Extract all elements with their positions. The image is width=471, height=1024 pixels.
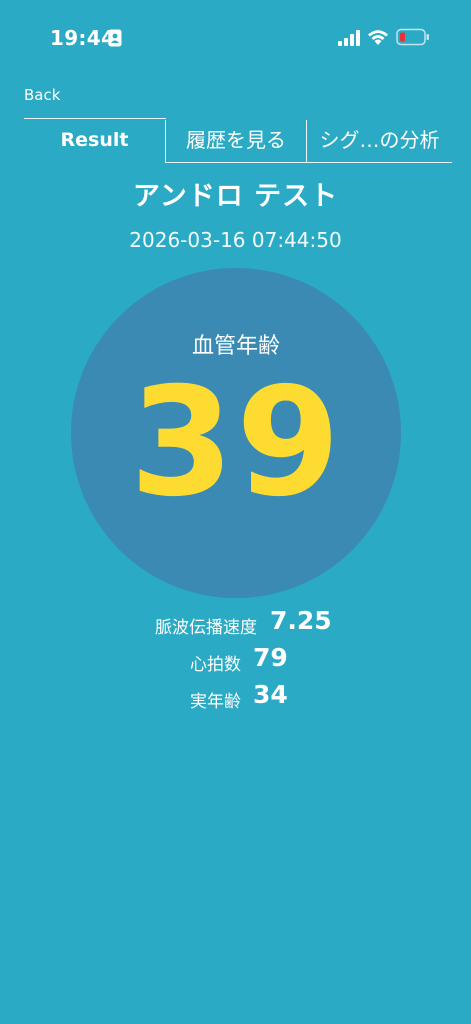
metric-label: 実年齢 (190, 692, 241, 712)
vascular-age-circle: 血管年齢 39 (71, 268, 401, 598)
tab-bar-underline (165, 162, 452, 163)
tab-result[interactable]: Result (24, 118, 165, 162)
vascular-age-value: 39 (129, 356, 343, 530)
metric-actual-age: 実年齢 34 (0, 680, 471, 714)
tab-bar: Result 履歴を見る シグ…の分析 (24, 118, 452, 164)
metric-label: 脈波伝播速度 (155, 618, 257, 638)
metric-value: 34 (253, 680, 288, 709)
tab-history[interactable]: 履歴を見る (166, 118, 306, 162)
metric-value: 79 (253, 643, 288, 672)
metric-pwv: 脈波伝播速度 7.25 (0, 606, 471, 640)
metric-value: 7.25 (270, 606, 332, 635)
wifi-icon (368, 30, 388, 45)
battery-low-icon (396, 28, 429, 46)
status-bar: 19:44 (0, 0, 471, 76)
contact-card-icon (108, 29, 122, 47)
page-title: アンドロ テスト (132, 181, 339, 212)
tab-signal-analysis[interactable]: シグ…の分析 (307, 118, 452, 162)
back-button[interactable]: Back (24, 86, 60, 104)
status-time: 19:44 (50, 26, 116, 50)
cellular-signal-icon (338, 30, 360, 46)
measurement-timestamp: 2026-03-16 07:44:50 (129, 228, 342, 252)
metric-label: 心拍数 (190, 655, 241, 675)
metric-heart-rate: 心拍数 79 (0, 643, 471, 677)
